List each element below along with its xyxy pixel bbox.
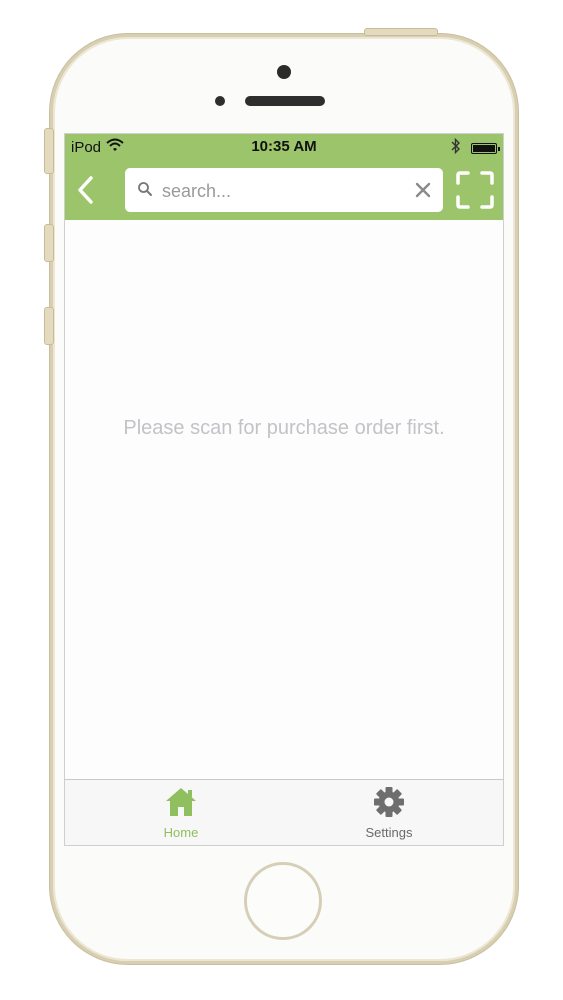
mute-switch (44, 128, 54, 174)
search-input[interactable] (160, 168, 404, 214)
scan-button[interactable] (455, 170, 495, 210)
gear-icon (374, 787, 404, 817)
scan-frame-icon (456, 171, 494, 209)
status-time: 10:35 AM (251, 138, 317, 155)
app-screen: iPod 10:35 AM search... Please scan for … (64, 133, 504, 846)
tab-bar: Home Settings (65, 779, 503, 845)
status-right (451, 137, 500, 158)
tab-home-label: Home (163, 825, 199, 840)
back-button[interactable] (71, 172, 105, 208)
home-button[interactable] (244, 862, 322, 940)
nav-bar (65, 160, 503, 220)
clear-search-button[interactable] (413, 180, 433, 205)
battery-icon (471, 142, 500, 154)
volume-down-button (44, 307, 54, 345)
proximity-sensor (215, 96, 225, 106)
volume-up-button (44, 224, 54, 262)
tab-home[interactable]: Home (126, 786, 236, 840)
search-icon (137, 181, 153, 202)
search-box[interactable] (125, 168, 443, 214)
tab-settings-label: Settings (365, 825, 413, 840)
chevron-left-icon (78, 176, 93, 204)
status-bar: iPod 10:35 AM (65, 134, 503, 160)
tab-settings[interactable]: Settings (334, 786, 444, 840)
front-camera (277, 65, 291, 79)
close-icon (415, 182, 431, 198)
earpiece-speaker (245, 96, 325, 106)
empty-state-message: Please scan for purchase order first. (123, 417, 445, 439)
home-icon (166, 788, 196, 816)
power-button (364, 28, 438, 36)
bluetooth-icon (451, 137, 461, 158)
